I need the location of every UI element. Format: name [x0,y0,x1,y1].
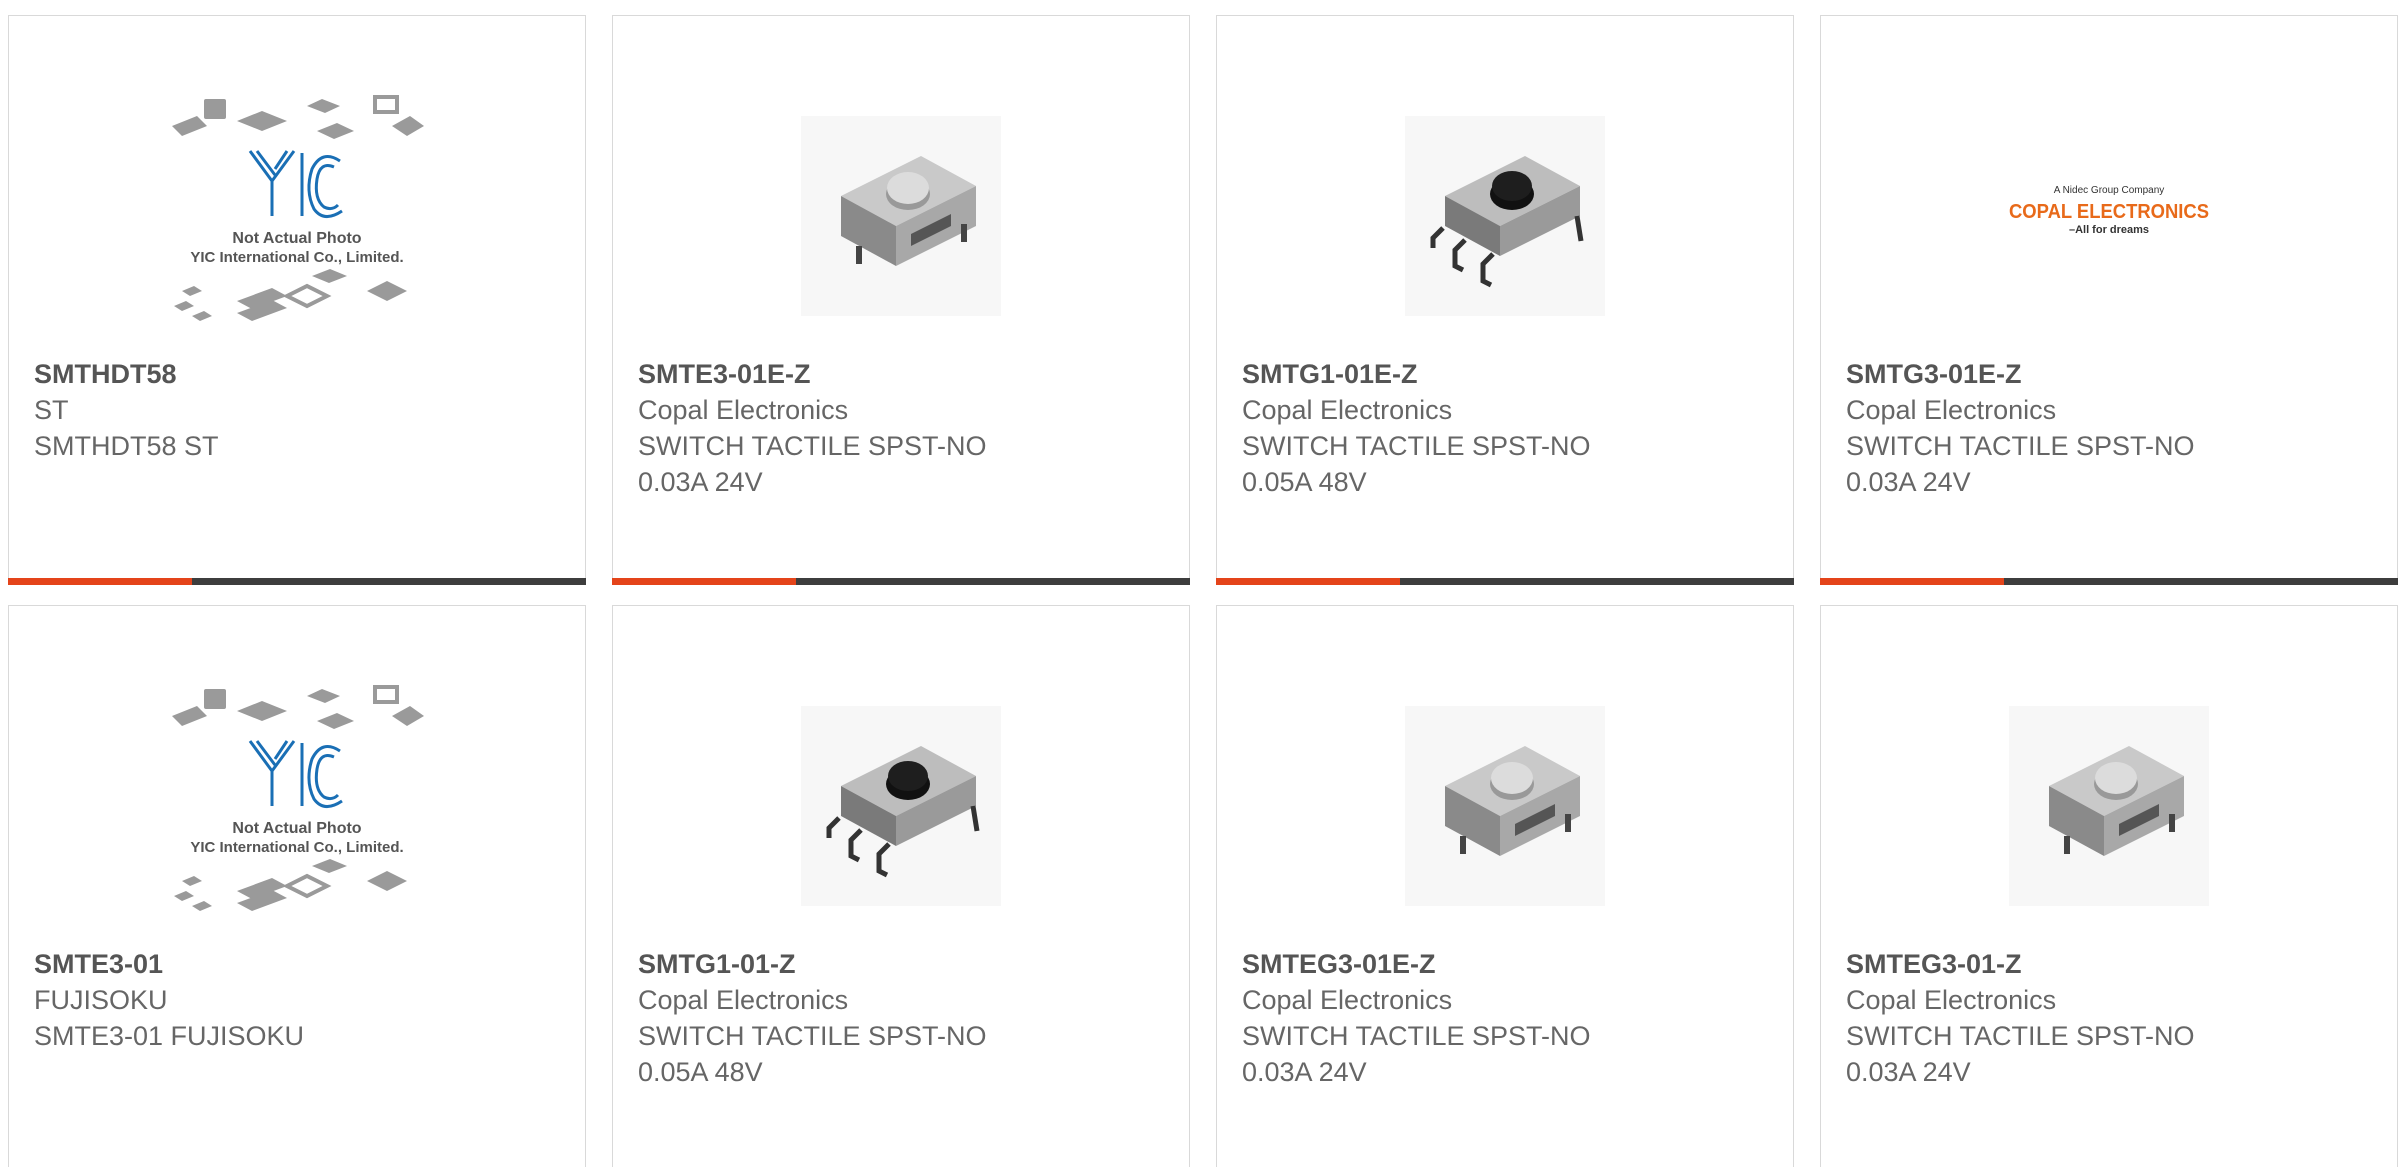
part-number[interactable]: SMTEG3-01E-Z [1242,946,1773,982]
manufacturer: Copal Electronics [1846,395,2057,425]
product-card[interactable]: SMTG1-01-Z Copal Electronics SWITCH TACT… [612,605,1190,1167]
copal-logo-name: COPAL ELECTRONICS [2009,201,2209,223]
product-grid: Not Actual Photo YIC International Co., … [0,0,2400,1167]
part-number[interactable]: SMTE3-01E-Z [638,356,1169,392]
product-card[interactable]: SMTEG3-01E-Z Copal Electronics SWITCH TA… [1216,605,1794,1167]
rating: 0.05A 48V [1242,467,1367,497]
card-underline [8,578,586,585]
manufacturer: Copal Electronics [638,985,849,1015]
card-underline-accent [1820,578,2004,585]
product-card[interactable]: SMTEG3-01-Z Copal Electronics SWITCH TAC… [1820,605,2398,1167]
product-card[interactable]: Not Actual Photo YIC International Co., … [8,605,586,1167]
tactile-switch-black-image [1217,71,1793,361]
description: SWITCH TACTILE SPST-NO [638,1021,987,1051]
description: SMTE3-01 FUJISOKU [34,1021,305,1051]
copal-electronics-logo: A Nidec Group Company COPAL ELECTRONICS … [1821,71,2397,361]
part-number[interactable]: SMTG1-01-Z [638,946,1169,982]
manufacturer: Copal Electronics [1846,985,2057,1015]
copal-logo-tagline-bottom: –All for dreams [2069,224,2149,236]
card-underline-accent [1216,578,1400,585]
description: SMTHDT58 ST [34,431,219,461]
rating: 0.03A 24V [1242,1057,1367,1087]
yic-placeholder-image: Not Actual Photo YIC International Co., … [9,71,585,361]
manufacturer: Copal Electronics [638,395,849,425]
rating: 0.03A 24V [1846,1057,1971,1087]
placeholder-caption-2: YIC International Co., Limited. [190,839,403,856]
rating: 0.03A 24V [1846,467,1971,497]
tactile-switch-white-image [1821,661,2397,951]
tactile-switch-white-image [613,71,1189,361]
placeholder-caption-2: YIC International Co., Limited. [190,249,403,266]
product-card[interactable]: SMTE3-01E-Z Copal Electronics SWITCH TAC… [612,15,1190,585]
manufacturer: FUJISOKU [34,985,168,1015]
product-card[interactable]: SMTG1-01E-Z Copal Electronics SWITCH TAC… [1216,15,1794,585]
card-underline [612,578,1190,585]
product-card[interactable]: Not Actual Photo YIC International Co., … [8,15,586,585]
tactile-switch-white-image [1217,661,1793,951]
description: SWITCH TACTILE SPST-NO [1242,431,1591,461]
placeholder-caption-1: Not Actual Photo [232,820,361,837]
part-number[interactable]: SMTG1-01E-Z [1242,356,1773,392]
description: SWITCH TACTILE SPST-NO [1242,1021,1591,1051]
card-underline-accent [612,578,796,585]
manufacturer: Copal Electronics [1242,395,1453,425]
manufacturer: Copal Electronics [1242,985,1453,1015]
description: SWITCH TACTILE SPST-NO [638,431,987,461]
part-number[interactable]: SMTE3-01 [34,946,565,982]
description: SWITCH TACTILE SPST-NO [1846,1021,2195,1051]
copal-logo-tagline-top: A Nidec Group Company [2054,185,2165,196]
description: SWITCH TACTILE SPST-NO [1846,431,2195,461]
rating: 0.03A 24V [638,467,763,497]
rating: 0.05A 48V [638,1057,763,1087]
card-underline [1216,578,1794,585]
placeholder-caption-1: Not Actual Photo [232,230,361,247]
tactile-switch-black-image [613,661,1189,951]
part-number[interactable]: SMTG3-01E-Z [1846,356,2377,392]
card-underline [1820,578,2398,585]
manufacturer: ST [34,395,69,425]
part-number[interactable]: SMTEG3-01-Z [1846,946,2377,982]
card-underline-accent [8,578,192,585]
product-card[interactable]: A Nidec Group Company COPAL ELECTRONICS … [1820,15,2398,585]
yic-placeholder-image: Not Actual Photo YIC International Co., … [9,661,585,951]
part-number[interactable]: SMTHDT58 [34,356,565,392]
